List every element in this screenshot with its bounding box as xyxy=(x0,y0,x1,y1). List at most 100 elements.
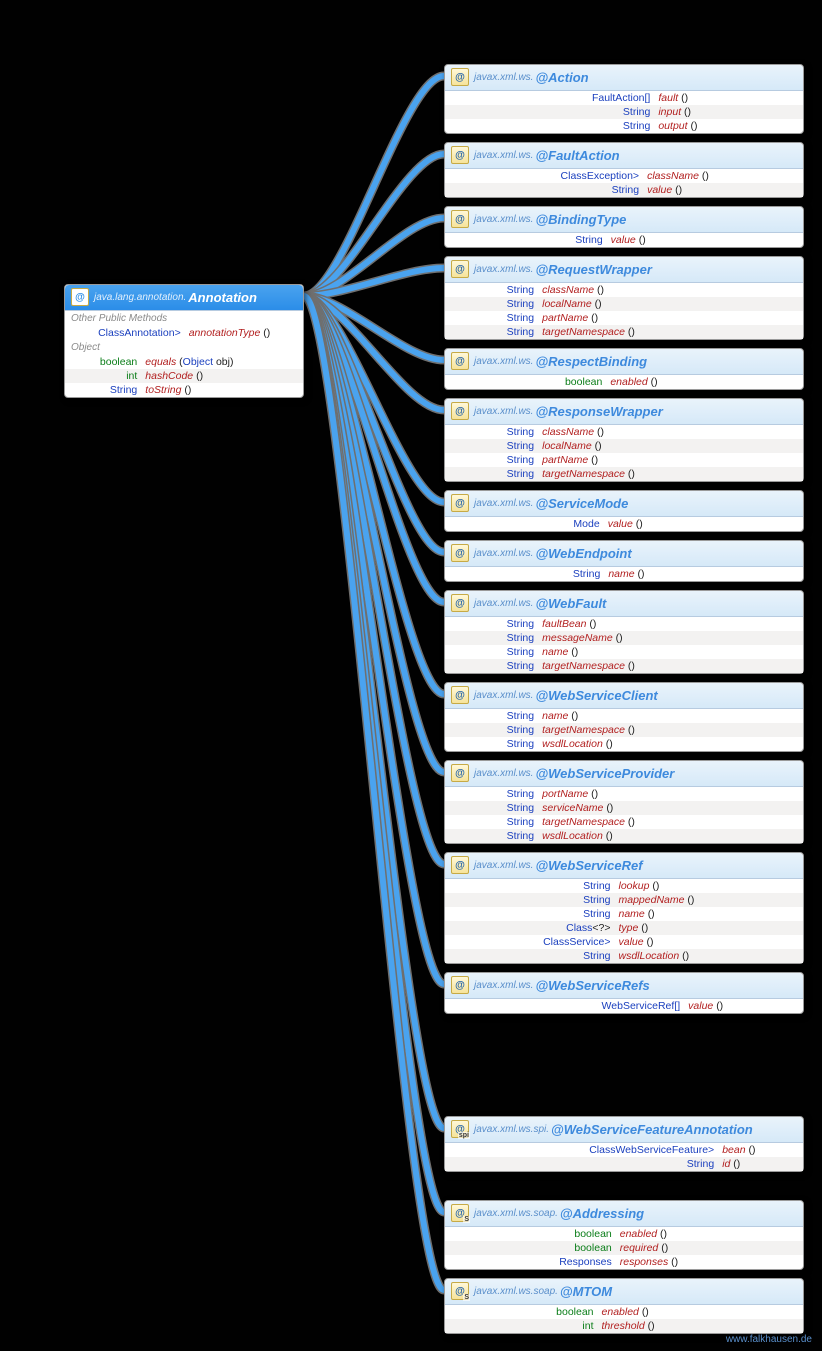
member-row: Stringname () xyxy=(445,709,803,723)
annotation-icon: @ xyxy=(451,856,469,874)
node-header: @javax.xml.ws.@Action xyxy=(445,65,803,91)
return-type: String xyxy=(445,879,615,893)
members-table: WebServiceRef[]value () xyxy=(445,999,803,1013)
return-type: ClassException> xyxy=(445,169,643,183)
return-type: boolean xyxy=(445,1305,598,1319)
members-table: Stringname () xyxy=(445,567,803,581)
member-row: StringpartName () xyxy=(445,311,803,325)
member-row: Stringname () xyxy=(445,645,803,659)
method-name: name () xyxy=(538,709,803,723)
return-type: String xyxy=(445,949,615,963)
return-type: String xyxy=(445,297,538,311)
members-table: booleanequals (Object obj)inthashCode ()… xyxy=(65,355,303,397)
annotation-node: @javax.xml.ws.@WebServiceRefStringlookup… xyxy=(444,852,804,964)
member-row: StringmappedName () xyxy=(445,893,803,907)
node-group: @javax.xml.ws.@ActionFaultAction[]fault … xyxy=(444,64,804,1022)
class-name: @WebEndpoint xyxy=(535,546,631,561)
package-label: javax.xml.ws.soap. xyxy=(474,1208,558,1219)
footer-credit: www.falkhausen.de xyxy=(726,1334,812,1345)
annotation-icon: @ xyxy=(451,686,469,704)
node-header: @javax.xml.ws.@WebServiceClient xyxy=(445,683,803,709)
node-header: @javax.xml.ws.@BindingType xyxy=(445,207,803,233)
method-name: targetNamespace () xyxy=(538,467,803,481)
member-row: Stringid () xyxy=(445,1157,803,1171)
return-type: String xyxy=(445,119,654,133)
member-row: StringtargetNamespace () xyxy=(445,325,803,339)
method-name: input () xyxy=(654,105,803,119)
return-type: String xyxy=(445,907,615,921)
return-type: ClassWebServiceFeature> xyxy=(445,1143,718,1157)
class-name: @ServiceMode xyxy=(535,496,628,511)
member-row: booleanenabled () xyxy=(445,1227,803,1241)
method-name: enabled () xyxy=(606,375,803,389)
annotation-icon: @ xyxy=(451,544,469,562)
method-name: type () xyxy=(615,921,804,935)
method-name: name () xyxy=(615,907,804,921)
method-name: value () xyxy=(684,999,803,1013)
return-type: String xyxy=(445,801,538,815)
return-type: boolean xyxy=(445,1241,616,1255)
members-table: Stringlookup ()StringmappedName ()String… xyxy=(445,879,803,963)
annotation-node: @javax.xml.ws.@WebServiceRefsWebServiceR… xyxy=(444,972,804,1014)
return-type: String xyxy=(445,893,615,907)
return-type: String xyxy=(445,439,538,453)
class-name: @WebServiceFeatureAnnotation xyxy=(551,1122,753,1137)
return-type: Responses xyxy=(445,1255,616,1269)
annotation-icon: @ xyxy=(451,1120,469,1138)
member-row: StringwsdlLocation () xyxy=(445,737,803,751)
return-type: int xyxy=(445,1319,598,1333)
return-type: FaultAction[] xyxy=(445,91,654,105)
member-row: booleanenabled () xyxy=(445,375,803,389)
return-type: String xyxy=(445,631,538,645)
return-type: String xyxy=(445,815,538,829)
package-label: javax.xml.ws. xyxy=(474,860,533,871)
members-table: StringfaultBean ()StringmessageName ()St… xyxy=(445,617,803,673)
method-name: enabled () xyxy=(598,1305,803,1319)
return-type: String xyxy=(445,737,538,751)
annotation-node: @javax.xml.ws.soap.@Addressingbooleanena… xyxy=(444,1200,804,1270)
class-name: @Action xyxy=(535,70,588,85)
class-name: @RequestWrapper xyxy=(535,262,651,277)
annotation-icon: @ xyxy=(451,146,469,164)
node-header: @javax.xml.ws.@WebFault xyxy=(445,591,803,617)
method-name: targetNamespace () xyxy=(538,815,803,829)
package-label: javax.xml.ws.soap. xyxy=(474,1286,558,1297)
member-row: StringportName () xyxy=(445,787,803,801)
method-name: output () xyxy=(654,119,803,133)
member-row: booleanrequired () xyxy=(445,1241,803,1255)
package-label: javax.xml.ws. xyxy=(474,214,533,225)
return-type: String xyxy=(445,453,538,467)
class-name: @ResponseWrapper xyxy=(535,404,662,419)
annotation-node: @javax.xml.ws.soap.@MTOMbooleanenabled (… xyxy=(444,1278,804,1334)
method-name: value () xyxy=(615,935,804,949)
method-name: className () xyxy=(538,425,803,439)
annotation-icon: @ xyxy=(451,1282,469,1300)
method-name: required () xyxy=(616,1241,803,1255)
member-row: booleanenabled () xyxy=(445,1305,803,1319)
method-name: wsdlLocation () xyxy=(538,829,803,843)
section-object: Object xyxy=(65,340,303,355)
member-row: StringserviceName () xyxy=(445,801,803,815)
member-row: Stringvalue () xyxy=(445,233,803,247)
method-name: faultBean () xyxy=(538,617,803,631)
return-type: String xyxy=(445,283,538,297)
node-header: @javax.xml.ws.@ServiceMode xyxy=(445,491,803,517)
members-table: booleanenabled ()intthreshold () xyxy=(445,1305,803,1333)
return-type: Class<?> xyxy=(445,921,615,935)
method-name: localName () xyxy=(538,439,803,453)
node-group: @javax.xml.ws.soap.@Addressingbooleanena… xyxy=(444,1200,804,1342)
annotation-node: @javax.xml.ws.@WebFaultStringfaultBean (… xyxy=(444,590,804,674)
member-row: ClassAnnotation>annotationType () xyxy=(65,326,303,340)
annotation-node: @javax.xml.ws.@ResponseWrapperStringclas… xyxy=(444,398,804,482)
member-row: StringwsdlLocation () xyxy=(445,829,803,843)
method-name: targetNamespace () xyxy=(538,723,803,737)
return-type: boolean xyxy=(445,375,606,389)
method-name: portName () xyxy=(538,787,803,801)
members-table: StringclassName ()StringlocalName ()Stri… xyxy=(445,425,803,481)
annotation-root-node: @ java.lang.annotation. Annotation Other… xyxy=(64,284,304,398)
annotation-icon: @ xyxy=(451,976,469,994)
member-row: Class<?>type () xyxy=(445,921,803,935)
annotation-node: @javax.xml.ws.@ServiceModeModevalue () xyxy=(444,490,804,532)
node-header: @javax.xml.ws.@WebServiceProvider xyxy=(445,761,803,787)
annotation-icon: @ xyxy=(451,260,469,278)
